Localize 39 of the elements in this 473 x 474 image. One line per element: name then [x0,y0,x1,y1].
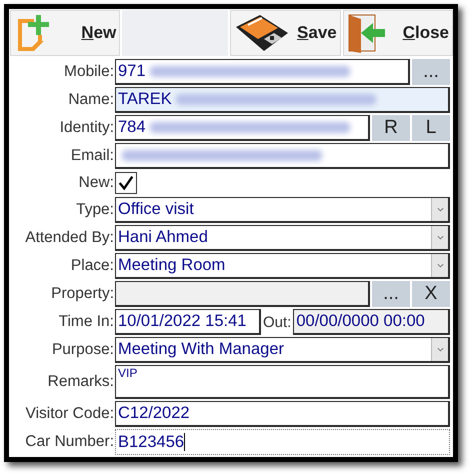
field-label: Attended By: [24,229,115,247]
field-label: Car Number: [24,433,115,451]
small-button[interactable]: L [412,115,450,141]
field-label: Place: [70,257,115,275]
small-button[interactable]: ... [412,59,450,85]
field-label: Name: [67,91,115,109]
dropdown-field[interactable]: Meeting With Manager [115,337,450,363]
dropdown-field[interactable]: Meeting Room [115,253,450,279]
field-label: Remarks: [46,373,115,391]
dropdown-field[interactable]: Office visit [115,197,450,223]
field-label: Identity: [58,119,115,137]
chevron-icon [436,345,444,354]
field-label: Purpose: [50,341,115,359]
checkbox[interactable] [115,172,137,194]
field-label: Out: [263,314,292,330]
text-field[interactable]: C12/2022 [115,401,450,427]
chevron-icon [436,261,444,270]
text-field[interactable]: 784 [115,115,370,141]
chevron-icon [436,233,444,242]
door-arrow-icon [346,13,387,53]
text-field[interactable]: TAREK [115,87,450,113]
toolbar-button[interactable]: Save [230,10,341,56]
field-label: Mobile: [63,63,115,81]
field-label: Email: [70,147,115,165]
dropdown-field[interactable]: Hani Ahmed [115,225,450,251]
chevron-icon [436,205,444,214]
field-label: Property: [50,285,115,303]
text-field[interactable] [115,143,450,169]
text-area[interactable]: VIP [115,365,450,399]
text-field[interactable]: 10/01/2022 15:41 [115,309,261,335]
text-field[interactable]: 971 [115,59,410,85]
field-label: Type: [75,201,115,219]
text-field[interactable]: B123456 [115,429,450,455]
toolbar-button[interactable]: New [10,10,120,56]
field-label: New: [78,174,115,192]
field-label: Visitor Code: [24,405,115,423]
small-button[interactable]: R [372,115,410,141]
toolbar-button[interactable]: Close [342,10,453,56]
field-label: Time In: [58,313,115,331]
